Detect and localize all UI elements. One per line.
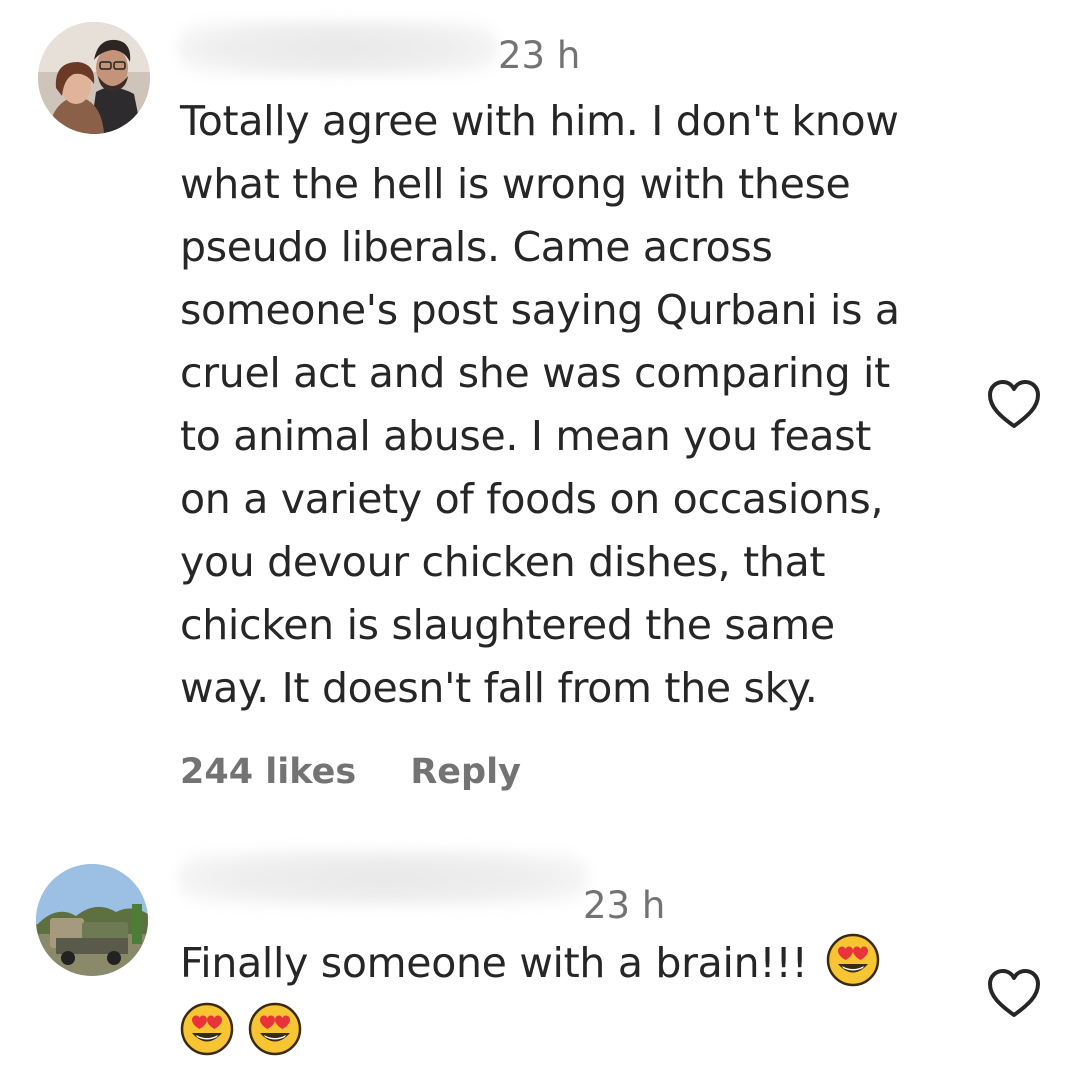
comment-text-content: Finally someone with a brain!!!: [180, 939, 808, 987]
comment-text-line: Totally agree with him. I don't know: [180, 97, 899, 145]
heart-outline-icon[interactable]: [986, 967, 1042, 1019]
avatar[interactable]: [36, 864, 148, 976]
comment-text-line: to animal abuse. I mean you feast: [180, 412, 872, 460]
comment-timestamp: 23 h: [583, 884, 666, 927]
likes-count[interactable]: 244 likes: [180, 752, 356, 792]
reply-button[interactable]: Reply: [410, 752, 521, 792]
comment-text: Totally agree with him. I don't know wha…: [180, 90, 970, 720]
comment-text: Finally someone with a brain!!!: [180, 932, 970, 1064]
heart-eyes-emoji: [826, 933, 880, 987]
comment-actions: 244 likes Reply: [180, 752, 563, 792]
comment-text-line: way. It doesn't fall from the sky.: [180, 664, 818, 712]
username-redacted[interactable]: [178, 850, 588, 906]
comment-text-line: Finally someone with a brain!!!: [180, 932, 970, 995]
comment-text-line: pseudo liberals. Came across: [180, 223, 773, 271]
comment-text-line: cruel act and she was comparing it: [180, 349, 890, 397]
heart-eyes-emoji: [248, 1002, 302, 1056]
emoji-row: [180, 1001, 970, 1064]
comment-text-line: what the hell is wrong with these: [180, 160, 851, 208]
comment-text-line: chicken is slaughtered the same: [180, 601, 835, 649]
comment-item: 23 h Finally someone with a brain!!!: [0, 830, 1080, 1080]
comment-text-line: you devour chicken dishes, that: [180, 538, 826, 586]
comment-timestamp: 23 h: [498, 34, 581, 77]
comment-text-line: someone's post saying Qurbani is a: [180, 286, 900, 334]
avatar[interactable]: [38, 22, 150, 134]
heart-eyes-emoji: [180, 1002, 234, 1056]
heart-outline-icon[interactable]: [986, 378, 1042, 430]
username-redacted[interactable]: [178, 20, 498, 76]
comment-text-line: on a variety of foods on occasions,: [180, 475, 884, 523]
comment-item: 23 h Totally agree with him. I don't kno…: [0, 0, 1080, 830]
